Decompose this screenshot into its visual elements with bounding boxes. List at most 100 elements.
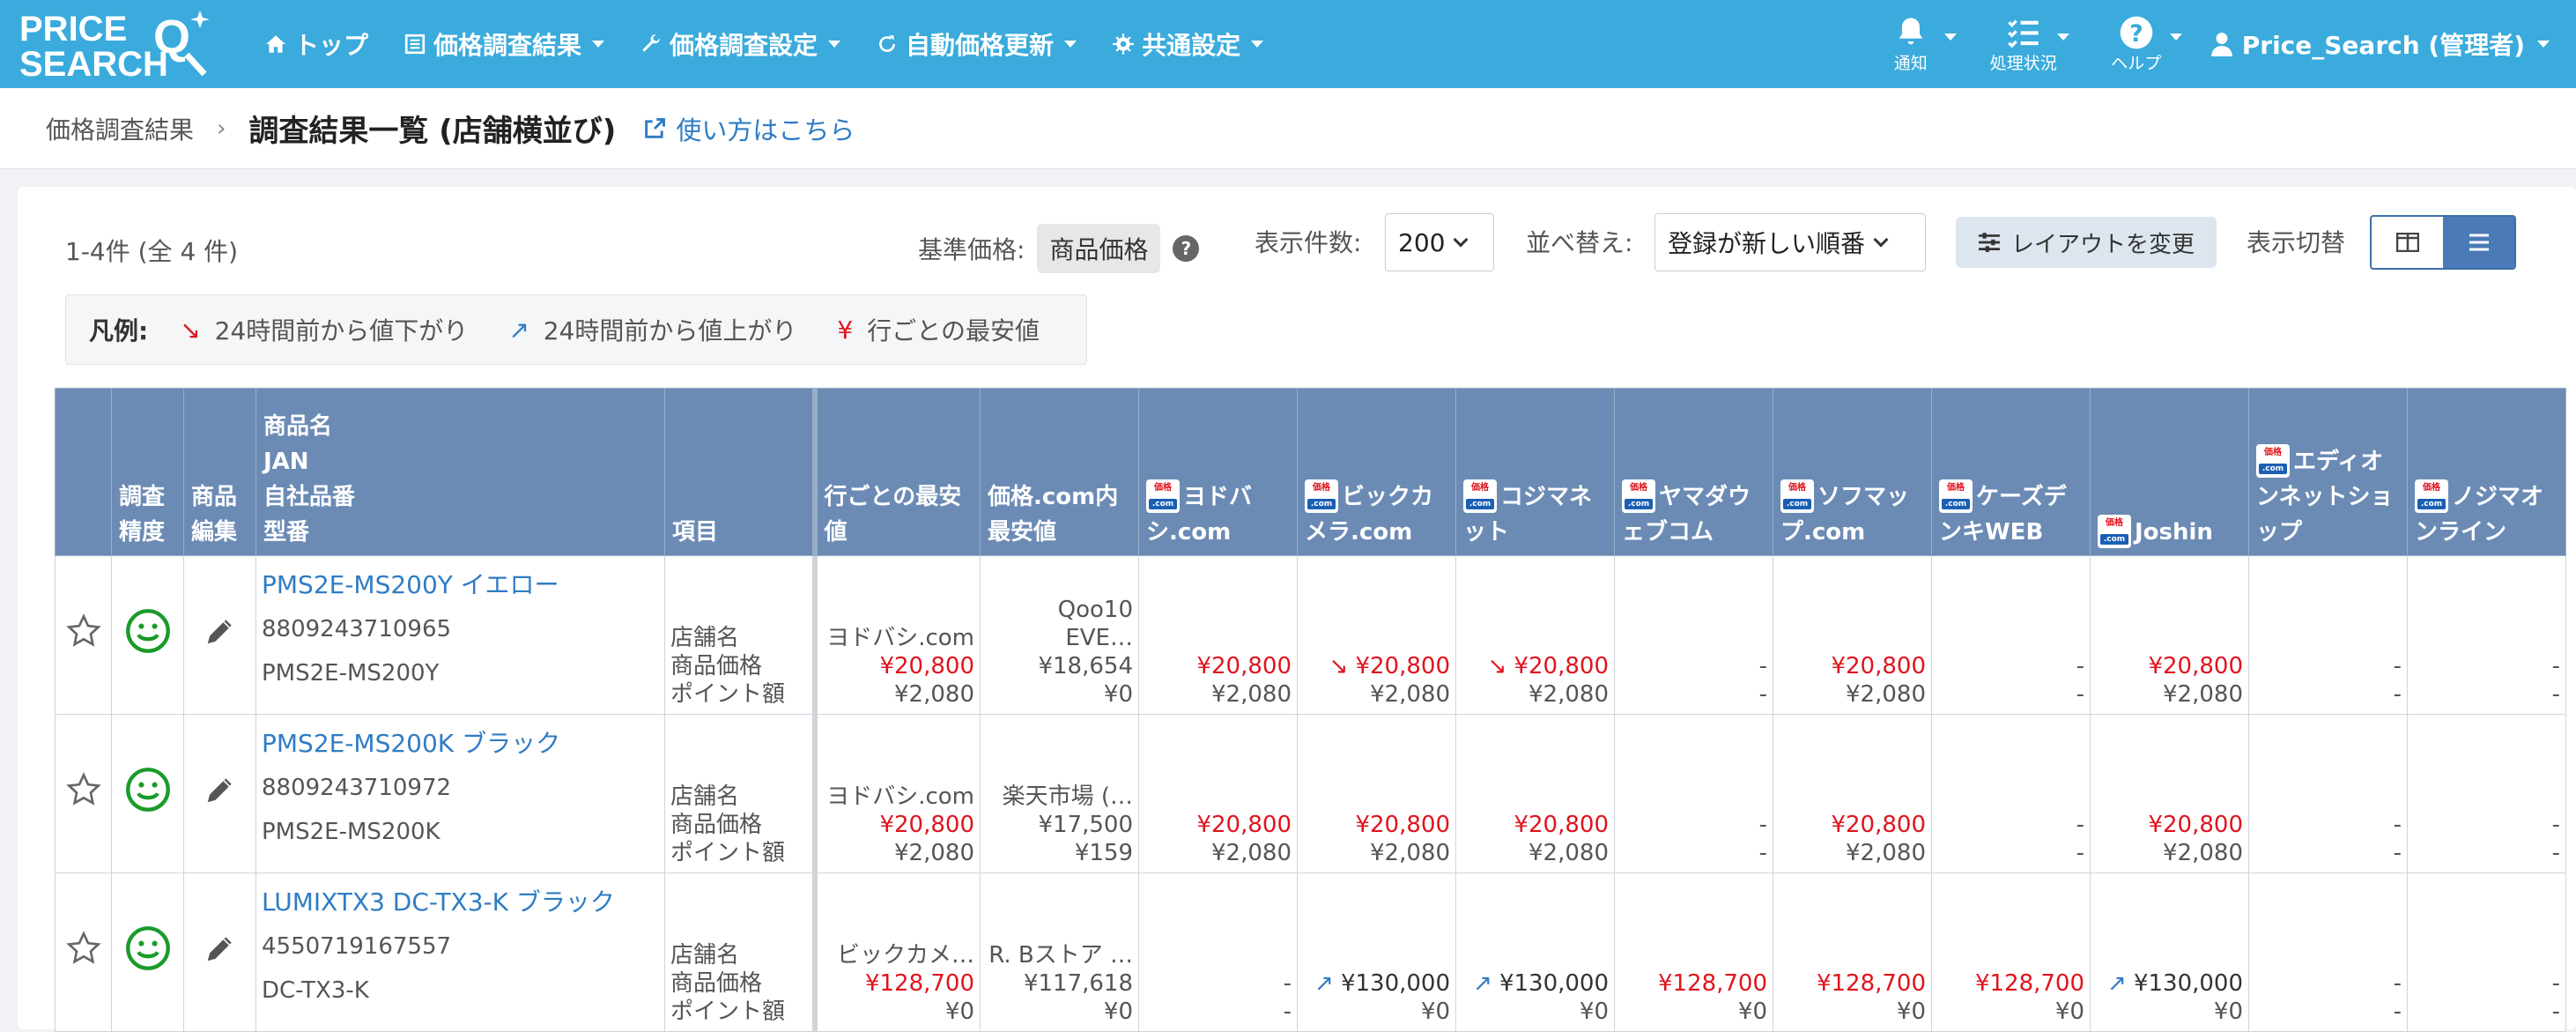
star-icon[interactable] bbox=[65, 930, 101, 966]
price-line: - bbox=[2254, 969, 2402, 998]
point-value: ¥2,080 bbox=[1846, 840, 1926, 866]
kakaku-com-icon: 価格 .com bbox=[2256, 443, 2290, 478]
price-value: ¥18,654 bbox=[1038, 653, 1133, 679]
per-page-value: 200 bbox=[1398, 227, 1446, 257]
kakaku-com-icon: 価格 .com bbox=[1939, 479, 1973, 513]
price-line: ¥20,800 bbox=[1462, 811, 1609, 839]
process-status-button[interactable]: 処理状況 bbox=[1967, 0, 2080, 88]
nav-item-4[interactable]: 自動価格更新 bbox=[876, 26, 1077, 62]
point-value: - bbox=[2393, 681, 2402, 708]
price-line: ¥20,800 bbox=[1779, 811, 1926, 839]
point-value: ¥2,080 bbox=[1370, 681, 1450, 708]
refresh-icon bbox=[879, 35, 895, 52]
store-price-cell-3: ¥20,800 ¥2,080 bbox=[1455, 714, 1615, 873]
help-button[interactable]: ? ヘルプ bbox=[2080, 0, 2193, 88]
price-search-logo[interactable]: PRICE SEARCH Q bbox=[19, 9, 209, 79]
header-store-3: 価格 .com コジマネット bbox=[1455, 388, 1615, 556]
store-price-cell-4: -- bbox=[1614, 555, 1773, 715]
page-title: 調査結果一覧 (店舗横並び) bbox=[248, 114, 617, 149]
base-price-label: 基準価格: bbox=[918, 235, 1025, 264]
nav-item-1[interactable]: トップ bbox=[264, 26, 368, 62]
change-layout-button[interactable]: レイアウトを変更 bbox=[1956, 217, 2217, 268]
price-value: - bbox=[2551, 653, 2560, 679]
item-label: 店舗名 bbox=[670, 783, 740, 810]
price-value: - bbox=[2393, 653, 2402, 679]
view-toggle bbox=[2370, 215, 2516, 270]
shop-name: R. Bストア … bbox=[988, 942, 1133, 969]
shop-name: Qoo10 EVE… bbox=[1057, 597, 1133, 651]
point-value: ¥2,080 bbox=[1211, 681, 1292, 708]
logo-bottom-text: .com bbox=[1783, 498, 1811, 509]
gear-icon bbox=[1113, 33, 1134, 55]
price-value: ¥20,800 bbox=[2148, 653, 2243, 679]
svg-text:Q: Q bbox=[153, 11, 190, 63]
store-price-cell-8: -- bbox=[2248, 555, 2408, 715]
model-number: PMS2E-MS200K bbox=[262, 819, 440, 845]
base-price-badge[interactable]: 商品価格 bbox=[1037, 224, 1161, 273]
store-price-cell-7: ¥20,800 ¥2,080 bbox=[2090, 555, 2249, 715]
pencil-icon[interactable] bbox=[204, 932, 237, 965]
product-name-link[interactable]: LUMIXTX3 DC-TX3-K ブラック bbox=[262, 880, 659, 924]
price-line: - bbox=[2413, 811, 2560, 839]
view-switch-label: 表示切替 bbox=[2247, 228, 2346, 257]
point-value: - bbox=[1758, 840, 1767, 866]
store-price-cell-9: -- bbox=[2407, 872, 2566, 1032]
list-view-button[interactable] bbox=[2443, 217, 2514, 268]
price-line: ¥20,800 bbox=[1144, 652, 1292, 680]
price-value: ¥20,800 bbox=[1514, 653, 1609, 679]
price-line: - bbox=[1620, 811, 1767, 839]
price-line: ¥20,800 bbox=[2096, 652, 2243, 680]
header-kakaku-min: 価格.com内最安値 bbox=[980, 388, 1139, 556]
logo-top-text: 価格 bbox=[1788, 482, 1806, 493]
help-label: ヘルプ bbox=[2111, 53, 2162, 73]
legend-min: 行ごとの最安値 bbox=[867, 316, 1040, 345]
nav-label: 価格調査結果 bbox=[433, 31, 582, 60]
store-price-cell-5: ¥20,800 ¥2,080 bbox=[1773, 555, 1932, 715]
price-value: ¥20,800 bbox=[1196, 812, 1292, 838]
breadcrumb-parent-link[interactable]: 価格調査結果 bbox=[46, 111, 194, 146]
price-line: - bbox=[2413, 969, 2560, 998]
howto-link[interactable]: 使い方はこちら bbox=[642, 110, 855, 147]
product-name-link[interactable]: PMS2E-MS200Y イエロー bbox=[262, 563, 659, 607]
per-page-select[interactable]: 200 bbox=[1385, 213, 1494, 271]
nav-item-3[interactable]: 価格調査設定 bbox=[640, 26, 841, 62]
chevron-down-icon bbox=[2056, 33, 2069, 41]
help-circle-icon[interactable]: ? bbox=[1173, 235, 1200, 262]
pencil-icon[interactable] bbox=[204, 614, 237, 648]
notification-button[interactable]: 通知 bbox=[1854, 0, 1967, 88]
sort-select[interactable]: 登録が新しい順番 bbox=[1654, 213, 1926, 271]
point-value: ¥0 bbox=[1579, 999, 1609, 1025]
header-item: 項目 bbox=[664, 388, 815, 556]
nav-item-5[interactable]: 共通設定 bbox=[1112, 26, 1264, 62]
store-price-cell-1: ¥20,800 ¥2,080 bbox=[1138, 714, 1298, 873]
split-view-button[interactable] bbox=[2372, 217, 2443, 268]
wrench-icon bbox=[642, 34, 660, 52]
chevron-down-icon bbox=[1251, 41, 1264, 48]
accuracy-cell bbox=[111, 714, 184, 873]
star-icon[interactable] bbox=[65, 771, 101, 807]
price-down-icon: ↘ bbox=[1329, 653, 1349, 679]
store-price-cell-9: -- bbox=[2407, 714, 2566, 873]
kakaku-com-icon: 価格 .com bbox=[1305, 479, 1338, 513]
pencil-icon[interactable] bbox=[204, 773, 237, 806]
point-value: - bbox=[1758, 681, 1767, 708]
row-min-cell: ヨドバシ.com ¥20,800 ¥2,080 bbox=[811, 714, 981, 873]
product-name-link[interactable]: PMS2E-MS200K ブラック bbox=[262, 722, 659, 766]
product-cell: PMS2E-MS200Y イエロー 8809243710965 PMS2E-MS20… bbox=[255, 555, 665, 715]
header-store-7: 価格 .com Joshin bbox=[2090, 388, 2249, 556]
price-value: - bbox=[2076, 812, 2084, 838]
table-row: PMS2E-MS200Y イエロー 8809243710965 PMS2E-MS20… bbox=[55, 555, 2566, 715]
price-line: ¥128,700 bbox=[1620, 969, 1767, 998]
kakaku-min-cell: R. Bストア … ¥117,618 ¥0 bbox=[980, 872, 1139, 1032]
bell-icon bbox=[1899, 17, 1923, 44]
user-menu[interactable]: Price_Search (管理者) bbox=[2193, 26, 2576, 62]
kakaku-com-icon: 価格 .com bbox=[1780, 479, 1814, 513]
top-nav-bar: PRICE SEARCH Q トップ 価格調査結果 価格調査設定 自動価格更新 共通設定… bbox=[0, 0, 2576, 88]
accuracy-cell bbox=[111, 555, 184, 715]
store-price-cell-4: ¥128,700 ¥0 bbox=[1614, 872, 1773, 1032]
nav-item-2[interactable]: 価格調査結果 bbox=[403, 26, 605, 62]
logo-bottom-text: .com bbox=[1149, 498, 1177, 509]
star-icon[interactable] bbox=[65, 613, 101, 649]
svg-text:PRICE: PRICE bbox=[19, 10, 127, 48]
per-page-label: 表示件数: bbox=[1255, 228, 1362, 257]
